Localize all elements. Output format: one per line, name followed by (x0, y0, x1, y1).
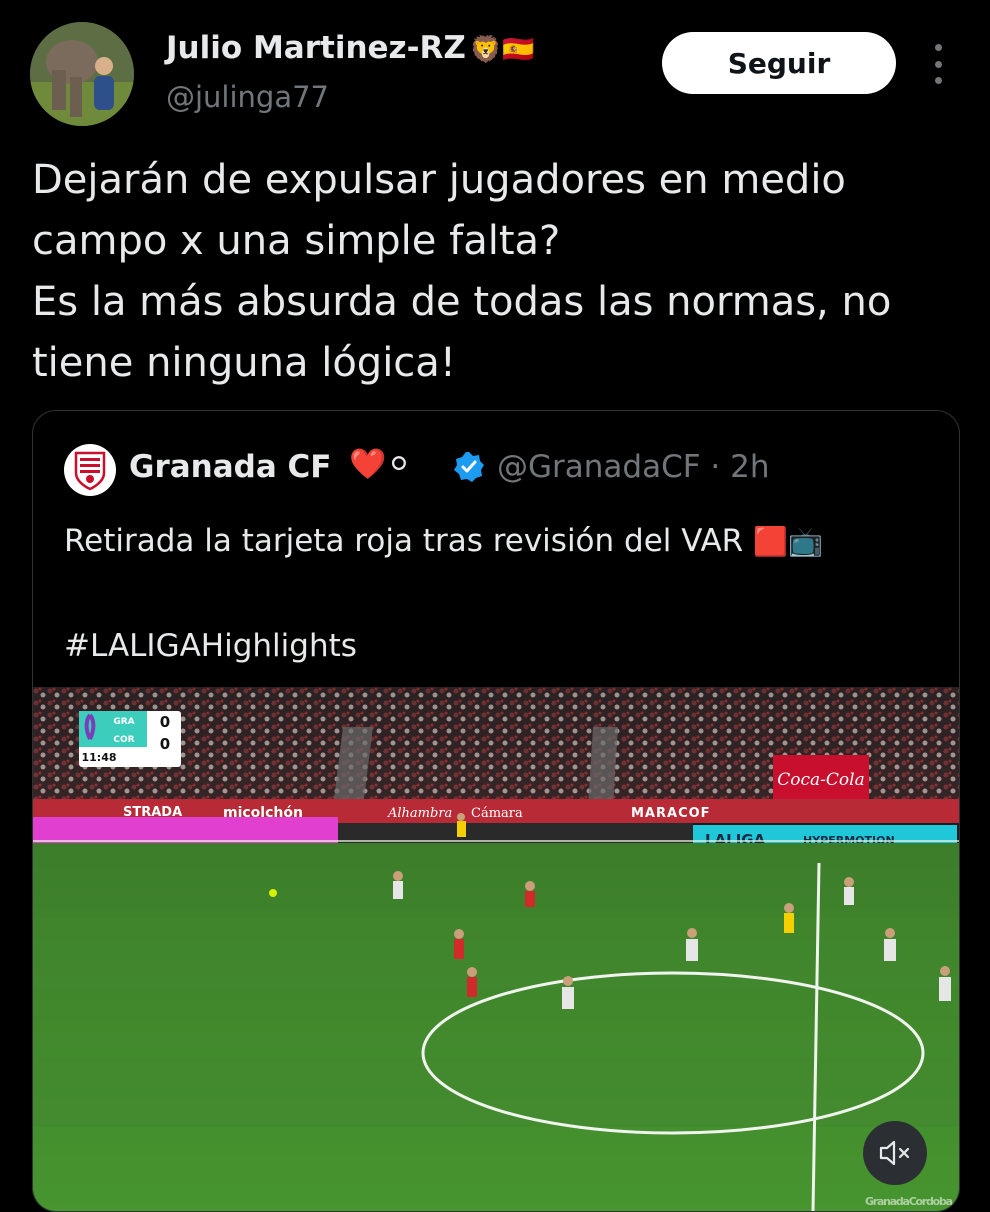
ad-board-alhambra: Alhambra (387, 806, 452, 821)
scoreboard-away-score: 0 (160, 735, 170, 753)
scoreboard: GRA COR 0 0 11:48 (79, 711, 181, 767)
pink-ad-board (33, 817, 338, 843)
quoted-handle-time: @GranadaCF · 2h (497, 449, 770, 485)
author-name[interactable]: Julio Martinez-RZ 🦁🇪🇸 (166, 30, 535, 66)
more-vertical-icon[interactable] (928, 44, 948, 84)
quoted-hashtag[interactable]: #LALIGAHighlights (64, 628, 357, 664)
quoted-text-main: Retirada la tarjeta roja tras revisión d… (64, 523, 744, 559)
author-handle[interactable]: @julinga77 (166, 80, 329, 114)
coca-cola-label: Coca-Cola (777, 770, 864, 790)
scoreboard-home-team: GRA (113, 717, 134, 727)
scoreboard-home-score: 0 (160, 713, 170, 731)
ad-board-camara: Cámara (471, 806, 523, 821)
video-frame: Coca-Cola STRADA micolchón Alhambra Cáma… (33, 687, 959, 1211)
scoreboard-away-team: COR (113, 735, 134, 745)
video-watermark: GranadaCordoba (865, 1195, 953, 1208)
verified-badge-icon (453, 451, 485, 483)
follow-button[interactable]: Seguir (662, 32, 896, 94)
granada-crest-icon (64, 444, 116, 496)
quoted-tweet[interactable]: Granada CF ❤️⚪ @GranadaCF · 2h Retirada … (32, 410, 960, 1212)
quoted-text-emoji: 🟥📺 (753, 525, 823, 558)
author-avatar[interactable] (30, 22, 134, 126)
author-name-emoji: 🦁🇪🇸 (469, 35, 535, 65)
quoted-author-name: Granada CF (129, 449, 332, 485)
author-name-text: Julio Martinez-RZ (166, 30, 466, 66)
speaker-muted-icon[interactable] (863, 1121, 927, 1185)
video-player[interactable]: Coca-Cola STRADA micolchón Alhambra Cáma… (33, 687, 959, 1211)
pitch (33, 843, 959, 1211)
tweet-text: Dejarán de expulsar jugadores en medio c… (32, 157, 892, 386)
quoted-text: Retirada la tarjeta roja tras revisión d… (64, 515, 823, 672)
scoreboard-clock: 11:48 (81, 751, 116, 764)
quoted-name-emoji: ❤️⚪ (349, 447, 412, 482)
ad-board-maracof: MARACOF (631, 806, 711, 821)
